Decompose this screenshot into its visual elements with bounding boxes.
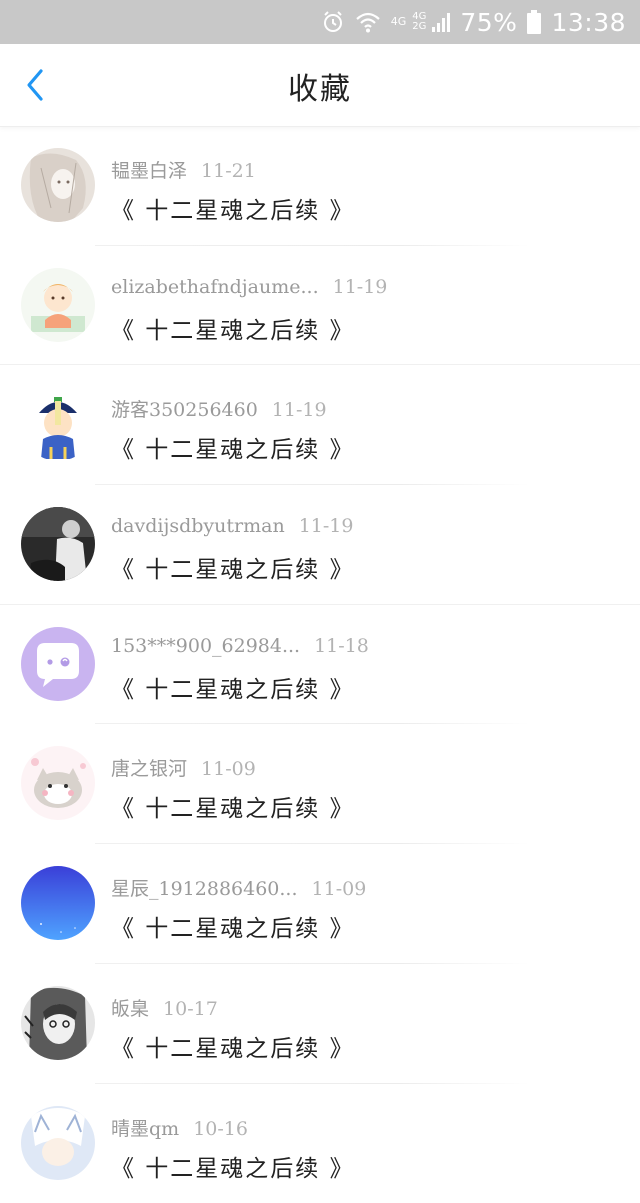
avatar — [21, 148, 95, 222]
user-name: 星辰_1912886460... — [111, 874, 298, 901]
user-name: davdijsdbyutrman — [111, 515, 285, 537]
avatar — [21, 268, 95, 342]
item-date: 11-21 — [201, 160, 256, 182]
nav-header: 收藏 — [0, 44, 640, 127]
item-meta: 韫墨白泽 11-21 — [111, 156, 256, 183]
list-item[interactable]: 星辰_1912886460... 11-09 《 十二星魂之后续 》 — [0, 844, 640, 964]
avatar — [21, 866, 95, 940]
list-item[interactable]: 唐之银河 11-09 《 十二星魂之后续 》 — [0, 724, 640, 844]
list-item[interactable]: 韫墨白泽 11-21 《 十二星魂之后续 》 — [0, 126, 640, 246]
item-meta: 星辰_1912886460... 11-09 — [111, 874, 366, 901]
back-button[interactable] — [18, 68, 52, 102]
avatar — [21, 746, 95, 820]
item-date: 11-09 — [312, 878, 367, 900]
item-date: 11-19 — [333, 276, 388, 298]
user-name: 唐之银河 — [111, 754, 187, 781]
item-date: 11-09 — [201, 758, 256, 780]
battery-icon — [527, 10, 541, 34]
item-date: 11-19 — [299, 515, 354, 537]
item-meta: 游客350256460 11-19 — [111, 395, 327, 422]
list-item[interactable]: 皈臬 10-17 《 十二星魂之后续 》 — [0, 964, 640, 1084]
avatar — [21, 507, 95, 581]
user-name: 晴墨qm — [111, 1114, 179, 1141]
item-meta: 晴墨qm 10-16 — [111, 1114, 248, 1141]
list-item[interactable]: davdijsdbyutrman 11-19 《 十二星魂之后续 》 — [0, 485, 640, 605]
item-meta: 153***900_62984... 11-18 — [111, 635, 369, 657]
avatar — [21, 1106, 95, 1180]
book-title: 《 十二星魂之后续 》 — [111, 191, 355, 225]
list-item[interactable]: elizabethafndjaume... 11-19 《 十二星魂之后续 》 — [0, 246, 640, 366]
book-title: 《 十二星魂之后续 》 — [111, 789, 355, 823]
chevron-left-icon — [24, 68, 46, 102]
avatar — [21, 387, 95, 461]
alarm-icon — [321, 10, 345, 34]
clock: 13:38 — [551, 8, 626, 37]
user-name: 韫墨白泽 — [111, 156, 187, 183]
avatar — [21, 986, 95, 1060]
item-date: 10-16 — [193, 1118, 248, 1140]
list-item[interactable]: 游客350256460 11-19 《 十二星魂之后续 》 — [0, 365, 640, 485]
book-title: 《 十二星魂之后续 》 — [111, 1029, 355, 1063]
item-date: 10-17 — [163, 998, 218, 1020]
page-title: 收藏 — [0, 44, 640, 126]
battery-percent: 75% — [460, 8, 517, 37]
user-name: 153***900_62984... — [111, 635, 300, 657]
favorites-list: 韫墨白泽 11-21 《 十二星魂之后续 》 elizabethafndjaume… — [0, 126, 640, 1203]
book-title: 《 十二星魂之后续 》 — [111, 430, 355, 464]
user-name: elizabethafndjaume... — [111, 276, 319, 298]
status-icons: 4G 4G 2G 75% 13:38 — [321, 6, 626, 38]
book-title: 《 十二星魂之后续 》 — [111, 670, 355, 704]
status-bar: 4G 4G 2G 75% 13:38 — [0, 0, 640, 44]
item-meta: davdijsdbyutrman 11-19 — [111, 515, 353, 537]
book-title: 《 十二星魂之后续 》 — [111, 909, 355, 943]
network-4g-2g-label: 4G 2G — [412, 12, 426, 32]
network-4g-label: 4G — [391, 17, 407, 27]
book-title: 《 十二星魂之后续 》 — [111, 311, 355, 345]
item-date: 11-18 — [314, 635, 369, 657]
list-item[interactable]: 晴墨qm 10-16 《 十二星魂之后续 》 — [0, 1084, 640, 1203]
wifi-icon — [355, 10, 381, 34]
item-meta: elizabethafndjaume... 11-19 — [111, 276, 387, 298]
list-item[interactable]: 153***900_62984... 11-18 《 十二星魂之后续 》 — [0, 605, 640, 725]
book-title: 《 十二星魂之后续 》 — [111, 550, 355, 584]
user-name: 游客350256460 — [111, 395, 258, 422]
avatar — [21, 627, 95, 701]
book-title: 《 十二星魂之后续 》 — [111, 1149, 355, 1183]
signal-icon — [432, 12, 450, 32]
item-meta: 唐之银河 11-09 — [111, 754, 256, 781]
user-name: 皈臬 — [111, 994, 149, 1021]
item-date: 11-19 — [272, 399, 327, 421]
item-meta: 皈臬 10-17 — [111, 994, 218, 1021]
